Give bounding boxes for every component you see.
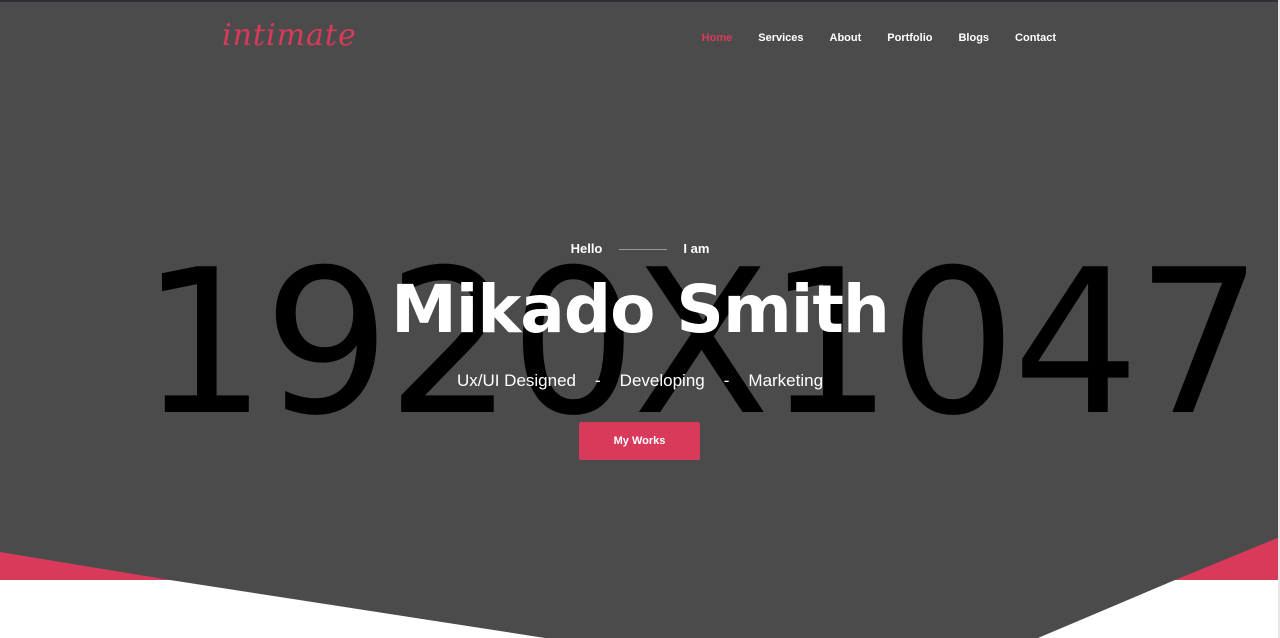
- greeting-i-am: I am: [683, 241, 710, 256]
- page: 1920X1047 intimate Home Services About P…: [0, 0, 1280, 638]
- hero-section: 1920X1047 intimate Home Services About P…: [0, 0, 1280, 638]
- greeting-hello: Hello: [570, 241, 603, 256]
- brand-logo[interactable]: intimate: [222, 18, 357, 54]
- role-item: Marketing: [748, 371, 824, 390]
- nav-item-contact[interactable]: Contact: [1015, 31, 1056, 45]
- nav-item-blogs[interactable]: Blogs: [958, 31, 989, 45]
- role-item: Ux/UI Designed: [456, 371, 576, 390]
- nav-item-home[interactable]: Home: [702, 31, 733, 45]
- nav-item-services[interactable]: Services: [758, 31, 803, 45]
- nav-item-portfolio[interactable]: Portfolio: [887, 31, 932, 45]
- greeting-divider: [619, 248, 668, 250]
- nav-item-about[interactable]: About: [830, 31, 862, 45]
- role-item: Developing: [619, 371, 705, 390]
- accent-shape-left: [0, 552, 170, 580]
- my-works-button[interactable]: My Works: [579, 422, 700, 460]
- hero-bottom-shapes: [0, 537, 1280, 638]
- top-border: [0, 0, 1280, 2]
- role-separator: -: [723, 371, 730, 390]
- main-nav: Home Services About Portfolio Blogs Cont…: [702, 31, 1056, 45]
- hero-name: Mikado Smith: [391, 271, 890, 348]
- greeting-row: Hello I am: [0, 241, 1280, 257]
- hero-roles: Ux/UI Designed - Developing - Marketing: [0, 371, 1280, 391]
- role-separator: -: [595, 371, 601, 390]
- white-wedge-right: [1038, 580, 1280, 638]
- accent-shape-right: [1175, 537, 1280, 580]
- white-wedge-left: [0, 580, 545, 638]
